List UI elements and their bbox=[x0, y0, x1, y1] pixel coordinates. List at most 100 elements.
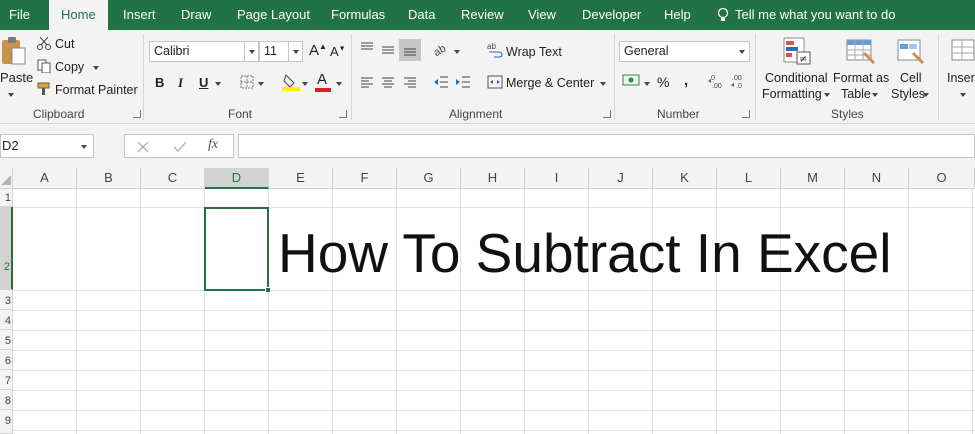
accounting-format-icon[interactable] bbox=[622, 73, 640, 87]
borders-dropdown-icon[interactable] bbox=[258, 82, 264, 86]
paste-dropdown-icon[interactable] bbox=[8, 93, 14, 97]
select-all-button[interactable] bbox=[0, 168, 13, 189]
number-format-select[interactable]: General bbox=[619, 41, 750, 62]
cell-styles-dropdown-icon[interactable] bbox=[923, 93, 929, 97]
font-name-select[interactable]: Calibri bbox=[149, 41, 259, 62]
column-header-m[interactable]: M bbox=[781, 168, 845, 189]
column-header-j[interactable]: J bbox=[589, 168, 653, 189]
row-header-1[interactable]: 1 bbox=[0, 189, 13, 207]
column-header-k[interactable]: K bbox=[653, 168, 717, 189]
insert-function-icon[interactable]: fx bbox=[208, 137, 218, 153]
decrease-font-size-icon[interactable]: A▼ bbox=[330, 44, 346, 59]
percent-style-button[interactable]: % bbox=[657, 74, 669, 90]
underline-button[interactable]: U bbox=[199, 75, 208, 90]
active-cell-d2[interactable] bbox=[204, 207, 269, 291]
tab-help[interactable]: Help bbox=[664, 0, 691, 30]
borders-icon[interactable] bbox=[240, 75, 254, 89]
accounting-format-dropdown-icon[interactable] bbox=[644, 82, 650, 86]
format-as-table-label-2[interactable]: Table bbox=[841, 87, 871, 101]
cell-e2-text[interactable]: How To Subtract In Excel bbox=[278, 220, 891, 286]
column-header-d[interactable]: D bbox=[205, 168, 269, 189]
cell-styles-label-1[interactable]: Cell bbox=[900, 71, 922, 85]
cell-styles-label-2[interactable]: Styles bbox=[891, 87, 925, 101]
format-as-table-dropdown-icon[interactable] bbox=[872, 93, 878, 97]
conditional-formatting-label-1[interactable]: Conditional bbox=[765, 71, 828, 85]
column-header-n[interactable]: N bbox=[845, 168, 909, 189]
insert-cells-dropdown-icon[interactable] bbox=[960, 93, 966, 97]
format-as-table-label-1[interactable]: Format as bbox=[833, 71, 889, 85]
tab-file[interactable]: File bbox=[9, 0, 30, 30]
bottom-align-button[interactable] bbox=[399, 39, 421, 61]
tab-formulas[interactable]: Formulas bbox=[331, 0, 385, 30]
column-header-l[interactable]: L bbox=[717, 168, 781, 189]
top-align-icon[interactable] bbox=[360, 42, 374, 54]
font-size-select[interactable]: 11 bbox=[259, 41, 303, 62]
row-header-7[interactable]: 7 bbox=[0, 370, 13, 390]
tab-draw[interactable]: Draw bbox=[181, 0, 211, 30]
tab-review[interactable]: Review bbox=[461, 0, 504, 30]
align-left-icon[interactable] bbox=[360, 76, 374, 88]
paste-button[interactable]: Paste bbox=[0, 70, 33, 85]
merge-center-dropdown-icon[interactable] bbox=[600, 82, 606, 86]
row-header-9[interactable]: 9 bbox=[0, 410, 13, 434]
row-header-2[interactable]: 2 bbox=[0, 207, 13, 290]
cut-button[interactable]: Cut bbox=[55, 37, 74, 51]
row-header-4[interactable]: 4 bbox=[0, 310, 13, 330]
font-dialog-launcher-icon[interactable] bbox=[339, 110, 347, 118]
font-size-dropdown[interactable] bbox=[288, 42, 302, 61]
row-header-3[interactable]: 3 bbox=[0, 290, 13, 310]
tab-data[interactable]: Data bbox=[408, 0, 435, 30]
decrease-decimal-icon[interactable]: .00 .0 bbox=[730, 73, 750, 89]
tab-view[interactable]: View bbox=[528, 0, 556, 30]
insert-cells-button[interactable]: Insert bbox=[947, 71, 975, 85]
underline-dropdown-icon[interactable] bbox=[215, 82, 221, 86]
font-color-dropdown-icon[interactable] bbox=[336, 82, 342, 86]
cancel-icon[interactable] bbox=[137, 141, 149, 153]
column-header-c[interactable]: C bbox=[141, 168, 205, 189]
fill-handle[interactable] bbox=[265, 287, 271, 293]
copy-dropdown-icon[interactable] bbox=[93, 66, 99, 70]
row-header-5[interactable]: 5 bbox=[0, 330, 13, 350]
increase-indent-icon[interactable] bbox=[455, 75, 471, 89]
align-right-icon[interactable] bbox=[403, 76, 417, 88]
column-header-g[interactable]: G bbox=[397, 168, 461, 189]
enter-icon[interactable] bbox=[173, 141, 187, 153]
tell-me-search[interactable]: Tell me what you want to do bbox=[735, 0, 895, 30]
name-box[interactable]: D2 bbox=[0, 134, 94, 158]
wrap-text-button[interactable]: Wrap Text bbox=[506, 45, 562, 59]
increase-font-size-icon[interactable]: A▲ bbox=[309, 42, 327, 59]
merge-center-button[interactable]: Merge & Center bbox=[506, 76, 594, 90]
conditional-formatting-dropdown-icon[interactable] bbox=[824, 93, 830, 97]
bold-button[interactable]: B bbox=[155, 75, 164, 90]
orientation-dropdown-icon[interactable] bbox=[454, 50, 460, 54]
formula-input[interactable] bbox=[238, 134, 975, 158]
increase-decimal-icon[interactable]: .0 .00 bbox=[707, 73, 727, 89]
row-header-8[interactable]: 8 bbox=[0, 390, 13, 410]
font-name-dropdown[interactable] bbox=[244, 42, 258, 61]
comma-style-button[interactable]: , bbox=[684, 72, 688, 89]
column-header-i[interactable]: I bbox=[525, 168, 589, 189]
tab-insert[interactable]: Insert bbox=[123, 0, 156, 30]
copy-button[interactable]: Copy bbox=[55, 60, 84, 74]
fill-color-icon[interactable] bbox=[282, 72, 300, 92]
orientation-icon[interactable]: ab bbox=[433, 41, 451, 57]
number-dialog-launcher-icon[interactable] bbox=[742, 110, 750, 118]
decrease-indent-icon[interactable] bbox=[433, 75, 449, 89]
middle-align-icon[interactable] bbox=[381, 44, 395, 56]
tab-page-layout[interactable]: Page Layout bbox=[237, 0, 310, 30]
format-painter-button[interactable]: Format Painter bbox=[55, 83, 138, 97]
align-center-icon[interactable] bbox=[381, 76, 395, 88]
conditional-formatting-label-2[interactable]: Formatting bbox=[762, 87, 822, 101]
tab-home[interactable]: Home bbox=[49, 0, 108, 30]
tab-developer[interactable]: Developer bbox=[582, 0, 641, 30]
number-format-dropdown[interactable] bbox=[735, 42, 749, 61]
clipboard-dialog-launcher-icon[interactable] bbox=[133, 110, 141, 118]
column-header-o[interactable]: O bbox=[909, 168, 975, 189]
column-header-h[interactable]: H bbox=[461, 168, 525, 189]
alignment-dialog-launcher-icon[interactable] bbox=[603, 110, 611, 118]
column-header-f[interactable]: F bbox=[333, 168, 397, 189]
italic-button[interactable]: I bbox=[178, 75, 183, 91]
column-header-e[interactable]: E bbox=[269, 168, 333, 189]
column-header-a[interactable]: A bbox=[13, 168, 77, 189]
fill-color-dropdown-icon[interactable] bbox=[302, 82, 308, 86]
